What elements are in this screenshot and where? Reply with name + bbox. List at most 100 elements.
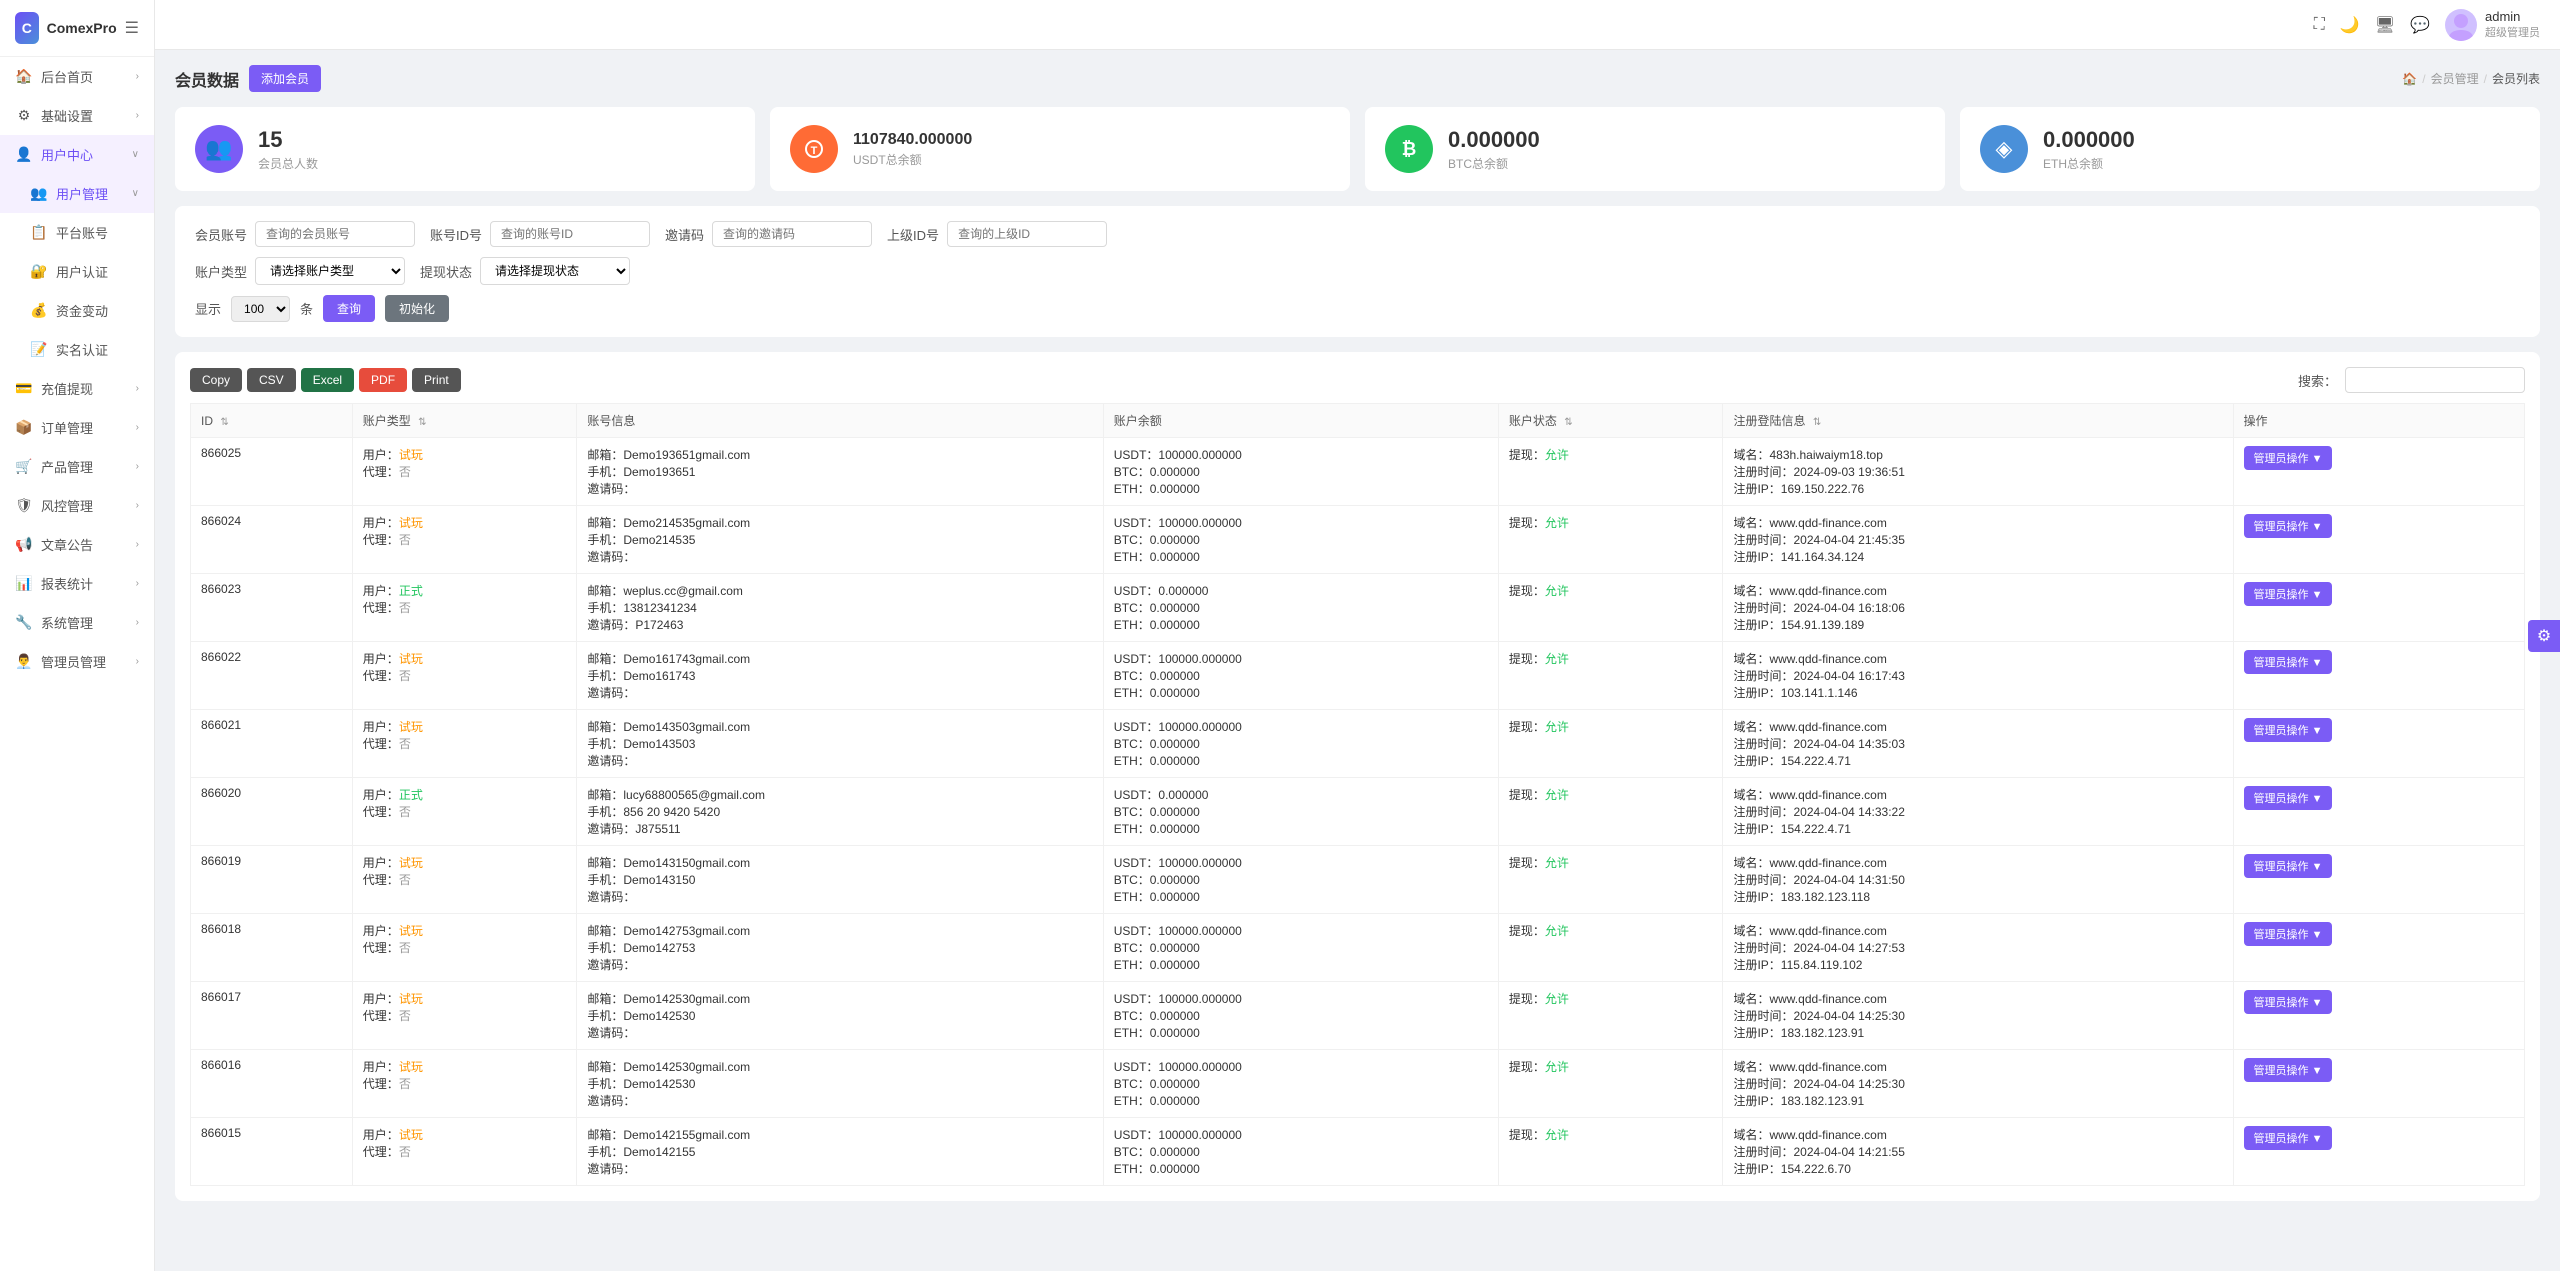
add-member-button[interactable]: 添加会员 (249, 65, 321, 92)
sidebar-item-article-announcement[interactable]: 📢 文章公告 › (0, 525, 154, 564)
reset-button[interactable]: 初始化 (385, 295, 449, 322)
cell-account-status: 提现：允许 (1498, 438, 1723, 506)
sidebar-item-recharge-withdraw-label: 充值提现 (41, 379, 93, 398)
account-type-user-value[interactable]: 试玩 (399, 652, 423, 666)
account-type-user-value[interactable]: 试玩 (399, 1128, 423, 1142)
page-title-area: 会员数据 添加会员 (175, 65, 321, 92)
admin-action-button[interactable]: 管理员操作 ▼ (2244, 514, 2333, 538)
stat-btc-value: 0.000000 (1448, 127, 1540, 153)
sidebar-item-user-center[interactable]: 👤 用户中心 ∨ (0, 135, 154, 174)
withdraw-status-badge: 允许 (1545, 720, 1569, 734)
theme-icon[interactable]: 🌙 (2340, 15, 2360, 35)
sidebar-item-user-management[interactable]: 👥 用户管理 ∨ (0, 174, 154, 213)
stat-eth-info: 0.000000 ETH总余额 (2043, 127, 2135, 172)
account-type-user-value[interactable]: 正式 (399, 788, 423, 802)
csv-button[interactable]: CSV (247, 368, 296, 392)
account-id-input[interactable] (490, 221, 650, 247)
cell-login-info: 域名：483h.haiwaiym18.top 注册时间：2024-09-03 1… (1723, 438, 2233, 506)
members-icon: 👥 (195, 125, 243, 173)
sidebar-item-admin-management[interactable]: 👨‍💼 管理员管理 › (0, 642, 154, 681)
account-type-user-label: 用户： (363, 720, 399, 734)
invite-code-input[interactable] (712, 221, 872, 247)
print-button[interactable]: Print (412, 368, 461, 392)
chevron-right-icon: › (136, 422, 139, 433)
account-type-user-value[interactable]: 试玩 (399, 992, 423, 1006)
home-icon: 🏠 (15, 68, 33, 85)
account-type-user-value[interactable]: 试玩 (399, 924, 423, 938)
sidebar-item-product-management[interactable]: 🛒 产品管理 › (0, 447, 154, 486)
table-toolbar: Copy CSV Excel PDF Print 搜索： (190, 367, 2525, 393)
sidebar-item-real-name-auth[interactable]: 📝 实名认证 (0, 330, 154, 369)
account-type-user-value[interactable]: 试玩 (399, 856, 423, 870)
cell-id: 866016 (191, 1050, 353, 1118)
cell-action: 管理员操作 ▼ (2233, 914, 2524, 982)
withdraw-status-select[interactable]: 请选择提现状态 允许 禁止 (480, 257, 630, 285)
account-type-user-value[interactable]: 正式 (399, 584, 423, 598)
sort-status-icon[interactable]: ⇅ (1564, 417, 1572, 428)
account-type-agent-value: 否 (399, 1009, 411, 1023)
admin-action-button[interactable]: 管理员操作 ▼ (2244, 854, 2333, 878)
admin-action-button[interactable]: 管理员操作 ▼ (2244, 1126, 2333, 1150)
cell-account-info: 邮箱：Demo143503gmail.com 手机：Demo143503 邀请码… (577, 710, 1103, 778)
superior-id-input[interactable] (947, 221, 1107, 247)
admin-action-button[interactable]: 管理员操作 ▼ (2244, 650, 2333, 674)
sidebar-item-user-auth[interactable]: 🔐 用户认证 (0, 252, 154, 291)
sidebar-item-platform-account[interactable]: 📋 平台账号 (0, 213, 154, 252)
chat-icon[interactable]: 💬 (2410, 15, 2430, 35)
member-account-input[interactable] (255, 221, 415, 247)
sort-account-type-icon[interactable]: ⇅ (418, 417, 426, 428)
admin-action-button[interactable]: 管理员操作 ▼ (2244, 446, 2333, 470)
account-type-user-value[interactable]: 试玩 (399, 516, 423, 530)
topbar-user[interactable]: admin 超级管理员 (2445, 9, 2540, 41)
chevron-down-icon: ∨ (132, 188, 139, 199)
account-type-user-value[interactable]: 试玩 (399, 720, 423, 734)
admin-action-button[interactable]: 管理员操作 ▼ (2244, 786, 2333, 810)
settings-fab[interactable]: ⚙ (2528, 620, 2560, 652)
topbar-role: 超级管理员 (2485, 24, 2540, 40)
excel-button[interactable]: Excel (301, 368, 354, 392)
sidebar-item-fund-flow[interactable]: 💰 资金变动 (0, 291, 154, 330)
account-phone: 手机：Demo142530 (587, 1007, 1092, 1024)
login-domain: 域名：www.qdd-finance.com (1733, 990, 2222, 1007)
admin-action-button[interactable]: 管理员操作 ▼ (2244, 990, 2333, 1014)
admin-action-button[interactable]: 管理员操作 ▼ (2244, 582, 2333, 606)
sidebar-item-report-stats[interactable]: 📊 报表统计 › (0, 564, 154, 603)
sort-id-icon[interactable]: ⇅ (220, 417, 228, 428)
admin-action-button[interactable]: 管理员操作 ▼ (2244, 922, 2333, 946)
sort-login-icon[interactable]: ⇅ (1813, 417, 1821, 428)
sidebar-item-risk-control[interactable]: 🛡 风控管理 › (0, 486, 154, 525)
sidebar-item-recharge-withdraw[interactable]: 💳 充值提现 › (0, 369, 154, 408)
admin-action-button[interactable]: 管理员操作 ▼ (2244, 1058, 2333, 1082)
account-type-user-label: 用户： (363, 788, 399, 802)
cell-action: 管理员操作 ▼ (2233, 1050, 2524, 1118)
balance-btc: BTC：0.000000 (1114, 871, 1488, 888)
breadcrumb-home-icon[interactable]: 🏠 (2402, 72, 2417, 86)
table-row: 866024 用户：试玩 代理：否 邮箱：Demo214535gmail.com… (191, 506, 2525, 574)
stat-members-info: 15 会员总人数 (258, 127, 318, 172)
table-search-input[interactable] (2345, 367, 2525, 393)
login-reg-ip: 注册IP：183.182.123.118 (1733, 888, 2222, 905)
cell-id: 866015 (191, 1118, 353, 1186)
account-type-user-value[interactable]: 试玩 (399, 1060, 423, 1074)
account-type-user-value[interactable]: 试玩 (399, 448, 423, 462)
sidebar-item-order-management[interactable]: 📦 订单管理 › (0, 408, 154, 447)
admin-action-button[interactable]: 管理员操作 ▼ (2244, 718, 2333, 742)
login-domain: 域名：www.qdd-finance.com (1733, 718, 2222, 735)
query-button[interactable]: 查询 (323, 295, 375, 322)
pdf-button[interactable]: PDF (359, 368, 407, 392)
account-type-select[interactable]: 请选择账户类型 正式 试玩 (255, 257, 405, 285)
sidebar-item-system-management[interactable]: 🔧 系统管理 › (0, 603, 154, 642)
sidebar-item-dashboard[interactable]: 🏠 后台首页 › (0, 57, 154, 96)
copy-button[interactable]: Copy (190, 368, 242, 392)
display-select[interactable]: 10 25 50 100 (231, 296, 290, 322)
balance-usdt: USDT：0.000000 (1114, 582, 1488, 599)
stat-members-value: 15 (258, 127, 318, 153)
topbar: ⛶ 🌙 🖥 💬 admin 超级管理员 (155, 0, 2560, 50)
logo-text: ComexPro (47, 20, 117, 36)
sidebar-item-basic-settings[interactable]: ⚙ 基础设置 › (0, 96, 154, 135)
withdraw-status-badge: 允许 (1545, 584, 1569, 598)
menu-toggle-icon[interactable]: ☰ (125, 18, 139, 38)
fullscreen-icon[interactable]: ⛶ (2314, 16, 2325, 34)
monitor-icon[interactable]: 🖥 (2375, 15, 2395, 35)
cell-account-type: 用户：试玩 代理：否 (352, 914, 577, 982)
